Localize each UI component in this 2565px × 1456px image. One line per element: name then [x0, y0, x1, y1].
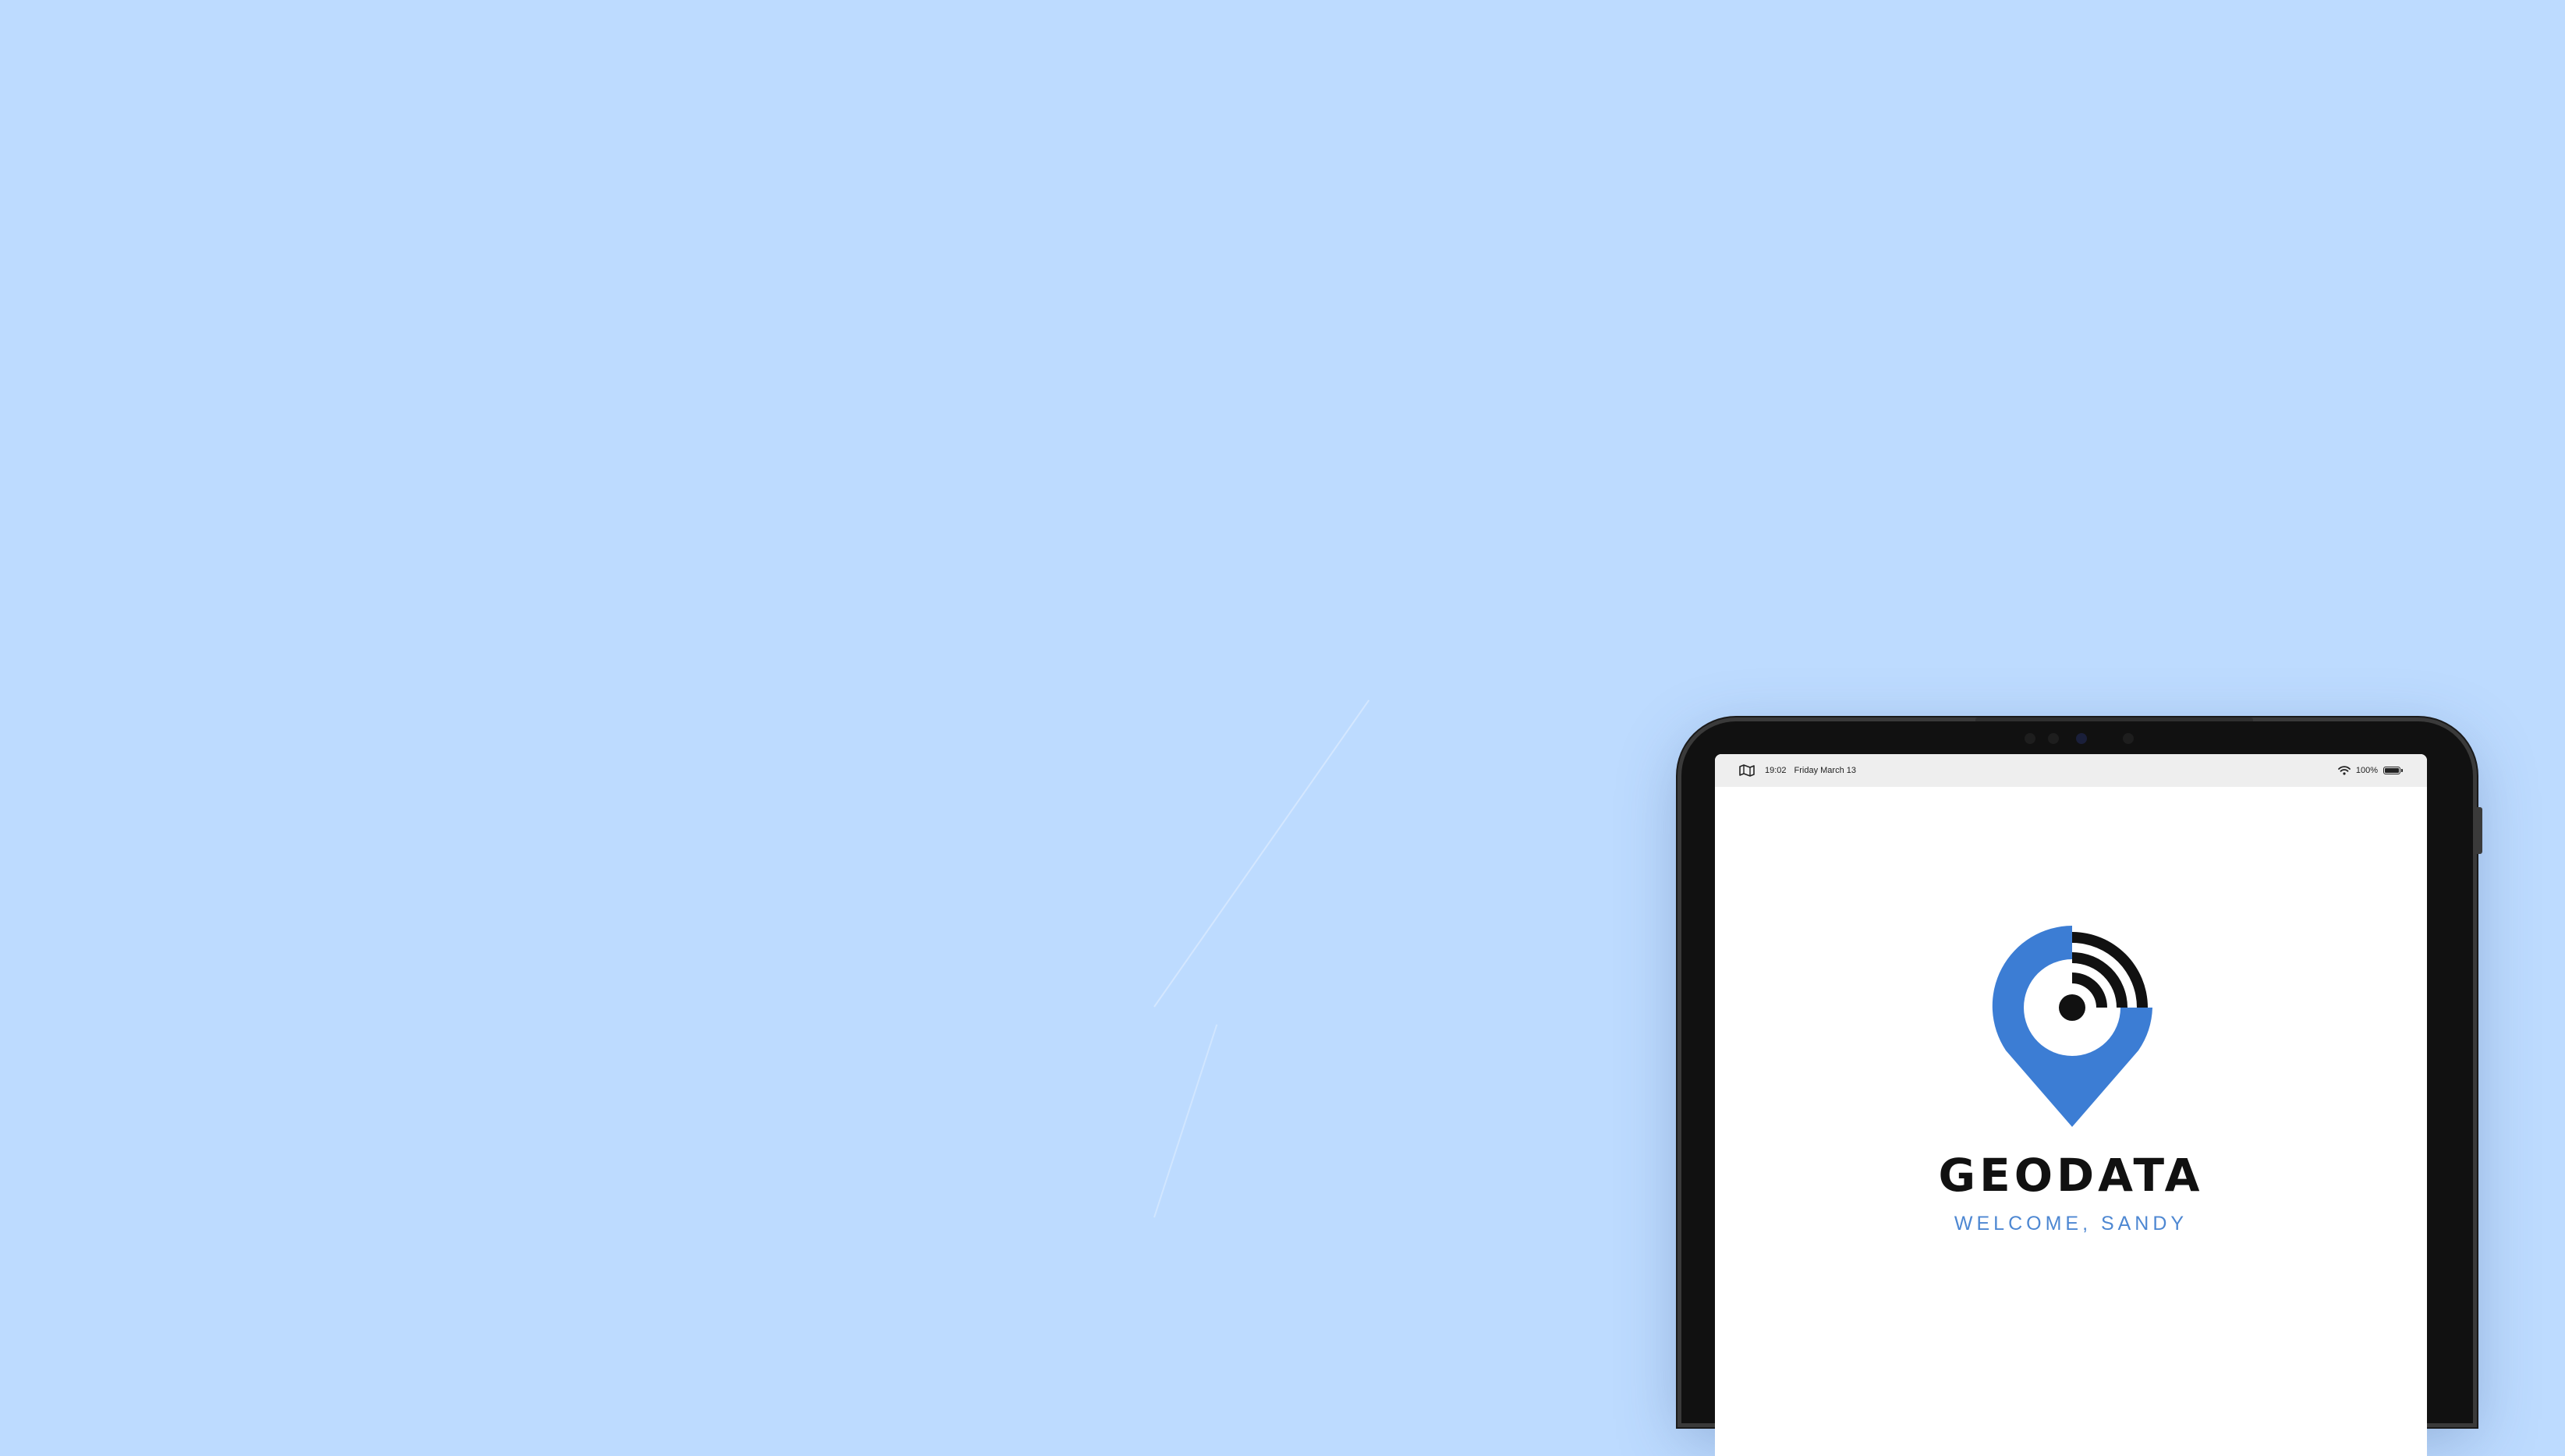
location-pin-signal-icon	[1992, 926, 2152, 1127]
wifi-icon	[2337, 766, 2351, 775]
front-camera	[2076, 733, 2087, 744]
background-streak	[1153, 700, 1370, 1008]
tablet-top-button	[1975, 717, 2253, 721]
battery-icon	[2383, 767, 2403, 774]
sensor-dot	[2025, 733, 2035, 744]
tablet-side-button	[2477, 807, 2482, 854]
map-icon[interactable]	[1738, 764, 1755, 777]
background-streak	[1153, 1024, 1218, 1218]
sensor-dot	[2048, 733, 2059, 744]
status-bar: 19:02 Friday March 13 100%	[1715, 754, 2427, 787]
sensor-dot	[2123, 733, 2134, 744]
tablet-device: 19:02 Friday March 13 100% GEODATA WELCO…	[1681, 717, 2482, 1456]
status-date: Friday March 13	[1794, 766, 1857, 775]
status-time: 19:02	[1765, 766, 1787, 775]
welcome-message: WELCOME, SANDY	[1954, 1213, 2188, 1235]
battery-percentage: 100%	[2355, 766, 2378, 775]
tablet-screen: 19:02 Friday March 13 100% GEODATA WELCO…	[1715, 754, 2427, 1456]
app-name: GEODATA	[1938, 1149, 2204, 1202]
battery-fill	[2385, 768, 2399, 773]
status-indicators: 100%	[2337, 766, 2403, 775]
